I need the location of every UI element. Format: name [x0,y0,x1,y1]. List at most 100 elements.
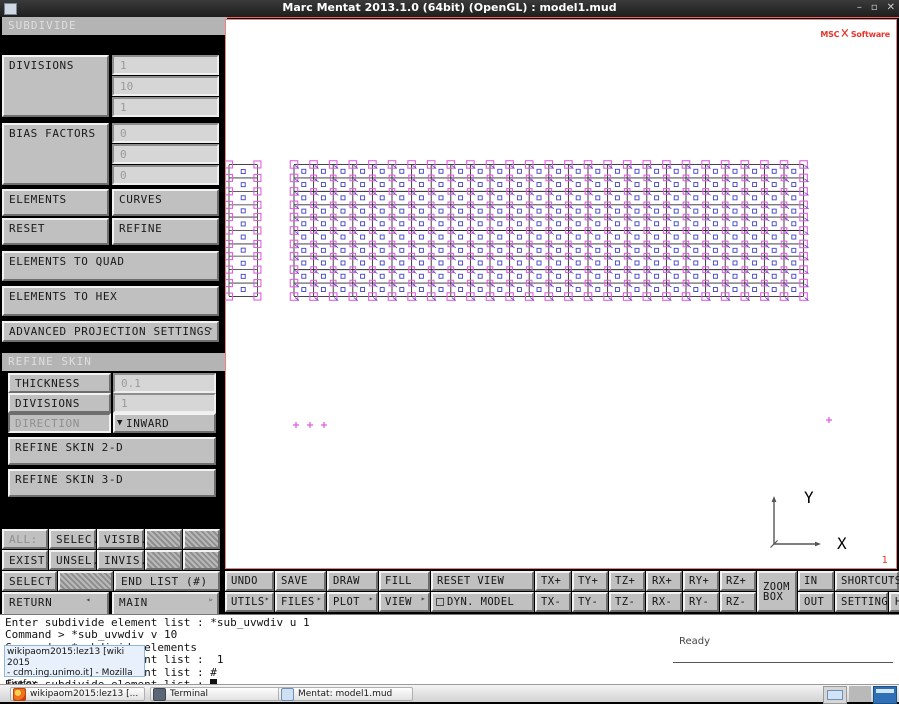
minimize-icon[interactable]: – [857,2,862,14]
taskbar-item-label: Terminal [170,689,209,699]
viewport-number: 1 [881,555,888,566]
chevron-right-icon: ▹ [208,595,214,604]
plot-menu-button[interactable]: PLOT ▸ [327,592,378,612]
refine-skin-header: REFINE SKIN [2,353,225,371]
divisions-field-3[interactable]: 1 [112,97,219,117]
select-selec-button[interactable]: SELEC. [49,529,99,549]
end-list-button[interactable]: END LIST (#) [114,571,220,591]
advanced-projection-settings-button[interactable]: ADVANCED PROJECTION SETTINGS ▸ [2,321,219,342]
ry-minus-button[interactable]: RY- [683,592,719,612]
rx-minus-button[interactable]: RX- [646,592,682,612]
tooltip-line-1: wikipaom2015:lez13 [wiki 2015 [7,647,125,668]
elements-to-hex-button[interactable]: ELEMENTS TO HEX [2,286,219,316]
ty-minus-button[interactable]: TY- [572,592,608,612]
desktop-taskbar: wikipaom2015:lez13 [... Terminal Mentat:… [0,684,899,704]
elements-button[interactable]: ELEMENTS [2,189,109,216]
rz-minus-button[interactable]: RZ- [720,592,756,612]
fill-button[interactable]: FILL [379,571,430,591]
select-exist-button[interactable]: EXIST. [2,550,52,570]
help-button[interactable]: HELP ▸ [889,592,899,612]
view-label: VIEW [385,596,412,608]
utils-label: UTILS [231,596,265,608]
shortcuts-button[interactable]: SHORTCUTS ▸ [835,571,899,591]
files-menu-button[interactable]: FILES ▸ [275,592,326,612]
chevron-right-icon: ▸ [420,594,426,603]
window-controls: – ▫ ✕ [857,2,895,14]
refine-skin-divisions-field[interactable]: 1 [113,393,216,413]
tz-plus-button[interactable]: TZ+ [609,571,645,591]
tx-minus-button[interactable]: TX- [535,592,571,612]
axis-y-label: Y [804,488,814,507]
title-bar: Marc Mentat 2013.1.0 (64bit) (OpenGL) : … [0,0,899,18]
ry-plus-button[interactable]: RY+ [683,571,719,591]
status-text: Ready [679,636,711,647]
zoom-box-line2: BOX [763,590,784,603]
select-disabled-button-2 [183,529,220,549]
undo-button[interactable]: UNDO [225,571,274,591]
refine-skin-thickness-field[interactable]: 0.1 [113,373,216,393]
bias-field-3[interactable]: 0 [112,165,219,185]
reset-button[interactable]: RESET [2,218,109,245]
tray-app-icon[interactable] [873,686,897,704]
draw-button[interactable]: DRAW [327,571,378,591]
graphics-viewport[interactable]: MSC✕Software Y X 1 [225,19,897,569]
chevron-right-icon: ▸ [264,594,270,603]
advanced-projection-label: ADVANCED PROJECTION SETTINGS [9,325,212,338]
bias-field-2[interactable]: 0 [112,144,219,164]
curves-button[interactable]: CURVES [112,189,219,216]
tz-minus-button[interactable]: TZ- [609,592,645,612]
select-visib-button[interactable]: VISIB. [97,529,147,549]
rx-plus-button[interactable]: RX+ [646,571,682,591]
settings-button[interactable]: SETTINGS [835,592,894,612]
select-disabled-button-5 [58,571,113,591]
select-all-label: ALL: [2,529,48,549]
refine-skin-2d-button[interactable]: REFINE SKIN 2-D [8,437,216,465]
bottom-toolbar: UNDO SAVE DRAW FILL RESET VIEW UTILS ▸ F… [225,571,899,612]
elements-to-quad-button[interactable]: ELEMENTS TO QUAD [2,251,219,281]
refine-button[interactable]: REFINE [112,218,219,245]
divisions-field-1[interactable]: 1 [112,55,219,75]
console-line: Command > *sub_uvwdiv v 10 [5,628,178,642]
tray-window-icon[interactable] [823,686,847,704]
save-button[interactable]: SAVE [275,571,326,591]
maximize-icon[interactable]: ▫ [871,2,878,14]
select-invis-button[interactable]: INVIS. [97,550,147,570]
bias-field-1[interactable]: 0 [112,123,219,143]
axis-x-label: X [837,534,847,553]
rz-plus-button[interactable]: RZ+ [720,571,756,591]
main-label: MAIN [119,596,148,609]
taskbar-item-terminal[interactable]: Terminal [150,687,285,701]
chevron-right-icon: ▸ [368,594,374,603]
zoom-box-line1: ZOOM [763,580,790,593]
select-button[interactable]: SELECT ▸ [2,571,57,591]
refine-skin-3d-button[interactable]: REFINE SKIN 3-D [8,469,216,497]
plot-label: PLOT [333,596,360,608]
zoom-box-button[interactable]: ZOOM BOX [757,571,797,612]
taskbar-item-firefox[interactable]: wikipaom2015:lez13 [... [10,687,145,701]
dyn-model-label: DYN. MODEL [447,596,515,608]
utils-menu-button[interactable]: UTILS ▸ [225,592,274,612]
refine-skin-direction-value: INWARD [126,416,170,430]
application-window: Marc Mentat 2013.1.0 (64bit) (OpenGL) : … [0,0,899,704]
reset-view-button[interactable]: RESET VIEW [431,571,534,591]
terminal-icon [153,687,166,701]
view-menu-button[interactable]: VIEW ▸ [379,592,430,612]
select-unsel-button[interactable]: UNSEL. [49,550,99,570]
zoom-in-button[interactable]: IN [798,571,834,591]
dyn-model-toggle[interactable]: DYN. MODEL [431,592,534,612]
checkbox-icon[interactable] [436,598,444,606]
divisions-field-2[interactable]: 10 [112,76,219,96]
refine-skin-direction-dropdown[interactable]: ▼ INWARD [113,413,216,433]
tx-plus-button[interactable]: TX+ [535,571,571,591]
zoom-out-button[interactable]: OUT [798,592,834,612]
tray-pager-icon[interactable] [849,686,871,702]
refine-skin-divisions-label: DIVISIONS [8,393,111,413]
help-label: HELP [895,596,899,608]
tooltip-line-2: - cdm.ing.unimo.it] - Mozilla [7,668,133,679]
taskbar-item-label: Mentat: model1.mud [298,689,393,699]
divisions-label: DIVISIONS [2,55,109,117]
taskbar-item-mentat[interactable]: Mentat: model1.mud [278,687,413,701]
return-label: RETURN [9,596,53,609]
close-icon[interactable]: ✕ [887,2,895,14]
ty-plus-button[interactable]: TY+ [572,571,608,591]
